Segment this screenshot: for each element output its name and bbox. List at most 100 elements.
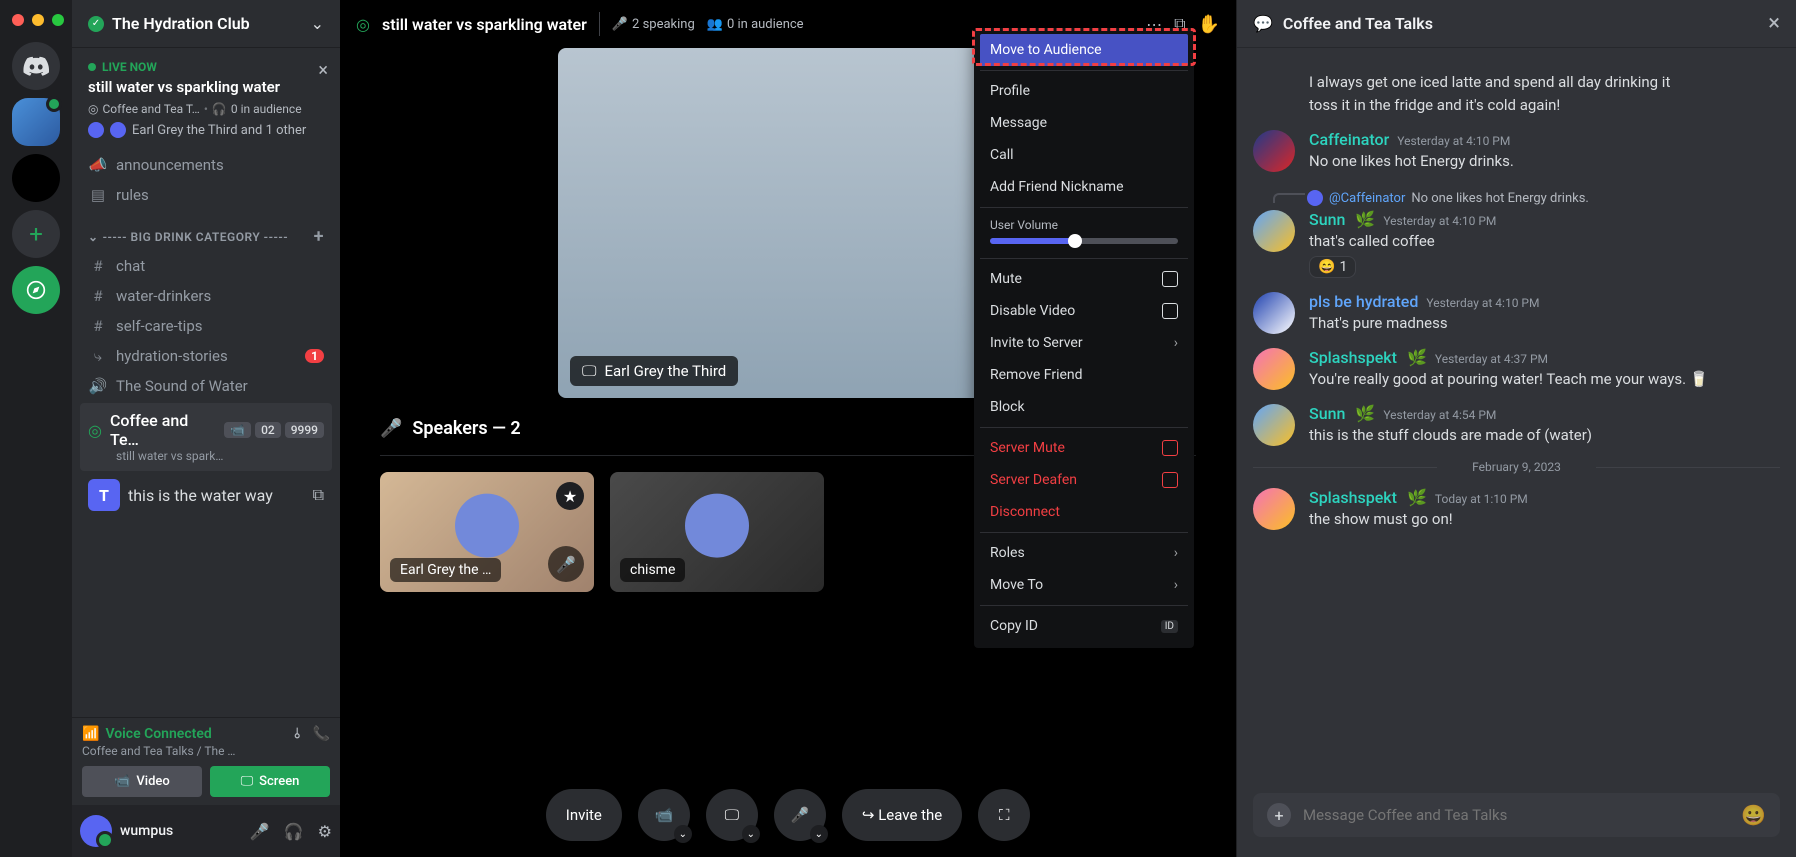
chevron-down-icon[interactable]: ⌄ [810,825,828,843]
server-hydration-club[interactable] [12,98,60,146]
category-header[interactable]: ⌄----- BIG DRINK CATEGORY -----+ [80,210,332,251]
category-label: ----- BIG DRINK CATEGORY ----- [103,230,289,244]
channel-hydration-stories[interactable]: ⤷hydration-stories1 [80,341,332,371]
screen-share-button[interactable]: 🖵Screen [210,766,330,797]
speaker-icon: 🔊 [88,377,108,395]
channel-water-drinkers[interactable]: #water-drinkers [80,281,332,311]
menu-call[interactable]: Call [980,139,1188,171]
speaking-count: 2 speaking [632,17,695,32]
speaker-card[interactable]: chisme [610,472,824,592]
menu-remove-friend[interactable]: Remove Friend [980,359,1188,391]
video-button[interactable]: 📹Video [82,766,202,797]
menu-disconnect[interactable]: Disconnect [980,496,1188,528]
menu-roles[interactable]: Roles› [980,537,1188,569]
add-channel-icon[interactable]: + [314,226,324,247]
channel-coffee-tea-talks-active[interactable]: ◎Coffee and Te… 📹029999 still water vs s… [80,403,332,471]
message-timestamp: Yesterday at 4:10 PM [1383,214,1496,228]
invite-button[interactable]: Invite [546,789,622,841]
avatar[interactable] [1253,488,1295,530]
close-icon[interactable]: × [318,60,328,81]
message-author[interactable]: Splashspekt [1309,348,1397,367]
explore-servers-button[interactable] [12,266,60,314]
close-window-icon[interactable] [12,14,24,26]
menu-copy-id[interactable]: Copy IDID [980,610,1188,642]
message-input[interactable] [1303,806,1729,824]
message-author[interactable]: pls be hydrated [1309,292,1418,311]
leaf-icon: 🌿 [1355,210,1375,229]
chevron-down-icon[interactable]: ⌄ [674,825,692,843]
menu-block[interactable]: Block [980,391,1188,423]
button-label: Screen [259,774,299,789]
screen-share-toggle-button[interactable]: 🖵⌄ [706,789,758,841]
discord-home-button[interactable] [12,42,60,90]
message-author[interactable]: Sunn [1309,404,1345,423]
channel-label: chat [116,257,145,275]
menu-label: Copy ID [990,618,1038,634]
mute-mic-icon[interactable]: 🎤 [250,822,270,841]
menu-add-nickname[interactable]: Add Friend Nickname [980,171,1188,203]
attach-button[interactable]: + [1267,803,1291,827]
speaker-card[interactable]: ★ Earl Grey the … 🎤 [380,472,594,592]
avatar[interactable] [1253,348,1295,390]
username: wumpus [120,823,173,839]
leave-stage-button[interactable]: ↪ Leave the [842,789,962,841]
message-timestamp: Yesterday at 4:37 PM [1435,352,1548,366]
user-context-menu: Move to Audience Profile Message Call Ad… [974,28,1194,648]
avatar[interactable] [80,815,112,847]
live-badge-text: LIVE NOW [102,60,157,74]
camera-toggle-button[interactable]: 📹⌄ [638,789,690,841]
fullscreen-button[interactable]: ⛶ [978,789,1030,841]
video-user-name: Earl Grey the Third [604,362,726,380]
mic-toggle-button[interactable]: 🎤⌄ [774,789,826,841]
main-video-tile[interactable]: 🖵 Earl Grey the Third [558,48,1018,398]
menu-disable-video[interactable]: Disable Video [980,295,1188,327]
server-other[interactable] [12,154,60,202]
noise-suppression-icon[interactable]: ⫰ [294,726,300,742]
channel-label: Coffee and Te… [110,411,216,449]
avatar[interactable] [1253,130,1295,172]
emoji-picker-icon[interactable]: 😀 [1741,803,1766,827]
channel-self-care-tips[interactable]: #self-care-tips [80,311,332,341]
channel-rules[interactable]: ▤rules [80,180,332,210]
close-icon[interactable]: × [1768,11,1780,36]
avatar[interactable] [1253,292,1295,334]
deafen-icon[interactable]: 🎧 [284,822,304,841]
raise-hand-icon[interactable]: ✋ [1198,14,1220,35]
user-volume-slider[interactable] [980,234,1188,254]
menu-profile[interactable]: Profile [980,75,1188,107]
channel-announcements[interactable]: 📣announcements [80,150,332,180]
screen-share-off-icon[interactable]: ⧉ [313,485,324,505]
menu-move-to[interactable]: Move To› [980,569,1188,601]
menu-server-mute[interactable]: Server Mute [980,432,1188,464]
channel-water-way[interactable]: T this is the water way ⧉ [80,473,332,517]
avatar[interactable] [1253,404,1295,446]
server-name: The Hydration Club [112,14,303,33]
menu-invite-to-server[interactable]: Invite to Server› [980,327,1188,359]
reaction-button[interactable]: 😄1 [1309,256,1356,278]
mic-muted-icon[interactable]: 🎤 [548,546,584,582]
voice-status-text: Voice Connected [105,726,211,742]
reply-reference[interactable]: @CaffeinatorNo one likes hot Energy drin… [1253,190,1780,206]
channel-chat[interactable]: #chat [80,251,332,281]
minimize-window-icon[interactable] [32,14,44,26]
channel-sound-of-water[interactable]: 🔊The Sound of Water [80,371,332,401]
live-stage-banner[interactable]: LIVE NOW × still water vs sparkling wate… [72,48,340,150]
avatar[interactable] [1253,210,1295,252]
chat-messages[interactable]: I always get one iced latte and spend al… [1237,48,1796,793]
message-text: You're really good at pouring water! Tea… [1309,369,1780,390]
server-header[interactable]: ✓ The Hydration Club ⌄ [72,0,340,48]
stage-icon: ◎ [88,421,102,440]
message-author[interactable]: Splashspekt [1309,488,1397,507]
settings-gear-icon[interactable]: ⚙ [318,822,332,841]
message-author[interactable]: Sunn [1309,210,1345,229]
menu-server-deafen[interactable]: Server Deafen [980,464,1188,496]
add-server-button[interactable]: + [12,210,60,258]
disconnect-icon[interactable]: 📞 [313,726,330,742]
chevron-down-icon[interactable]: ⌄ [742,825,760,843]
menu-message[interactable]: Message [980,107,1188,139]
chat-header: 💬 Coffee and Tea Talks × [1237,0,1796,48]
menu-move-to-audience[interactable]: Move to Audience [980,34,1188,66]
message-author[interactable]: Caffeinator [1309,130,1389,149]
menu-mute[interactable]: Mute [980,263,1188,295]
maximize-window-icon[interactable] [52,14,64,26]
